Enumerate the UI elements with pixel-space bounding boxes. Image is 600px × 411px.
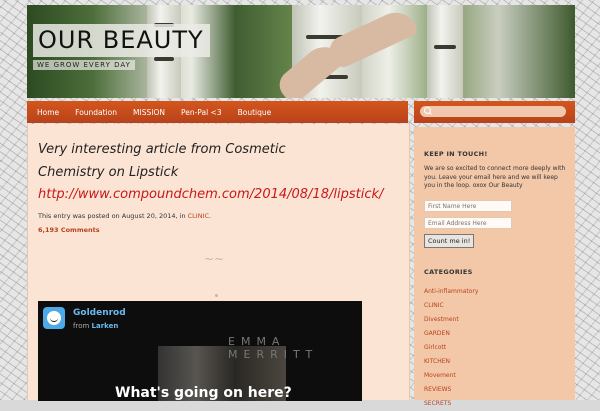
subscribe-button[interactable]: Count me in! xyxy=(424,234,475,248)
category-item[interactable]: GARDEN xyxy=(424,327,564,341)
keep-in-touch-text: We are so excited to connect more deeply… xyxy=(424,165,566,189)
video-author-line: from Larken xyxy=(73,322,118,330)
tree-trunk xyxy=(427,5,463,98)
category-item[interactable]: REVIEWS xyxy=(424,383,564,397)
search-bar xyxy=(414,101,575,123)
header-banner: OUR BEAUTY WE GROW EVERY DAY xyxy=(27,5,575,98)
post-meta-text: This entry was posted on August 20, 2014… xyxy=(38,212,186,220)
comments-link[interactable]: 6,193 Comments xyxy=(38,226,100,234)
categories-list: Anti-inflammatory CLINIC Divestment GARD… xyxy=(424,285,564,411)
main-nav: Home Foundation MISSION Pen-Pal <3 Bouti… xyxy=(27,101,408,123)
sidebar: KEEP IN TOUCH! We are so excited to conn… xyxy=(414,101,575,407)
video-from-label: from xyxy=(73,322,90,330)
post-category-link[interactable]: CLINIC xyxy=(188,212,209,220)
page-wrapper: OUR BEAUTY WE GROW EVERY DAY Home Founda… xyxy=(27,5,575,407)
category-item[interactable]: KITCHEN xyxy=(424,355,564,369)
divider-dot xyxy=(215,294,218,297)
search-input[interactable] xyxy=(420,106,566,117)
search-icon xyxy=(424,107,431,114)
keep-in-touch-title: KEEP IN TOUCH! xyxy=(424,150,488,158)
nav-item-home[interactable]: Home xyxy=(27,108,65,117)
video-author[interactable]: Larken xyxy=(92,322,119,330)
category-item[interactable]: Divestment xyxy=(424,313,564,327)
video-title[interactable]: Goldenrod xyxy=(73,308,126,318)
video-avatar[interactable] xyxy=(43,307,65,329)
nav-item-pen-pal[interactable]: Pen-Pal <3 xyxy=(171,108,228,117)
category-item[interactable]: SECRETS xyxy=(424,397,564,411)
smiley-icon xyxy=(47,311,61,325)
video-embed[interactable]: Goldenrod from Larken EMMA MERRITT What'… xyxy=(38,301,362,401)
nav-item-foundation[interactable]: Foundation xyxy=(65,108,123,117)
post-meta: This entry was posted on August 20, 2014… xyxy=(38,212,212,220)
site-title[interactable]: OUR BEAUTY xyxy=(33,24,210,57)
video-overlay-text: EMMA MERRITT xyxy=(228,335,319,361)
category-item[interactable]: Movement xyxy=(424,369,564,383)
category-item[interactable]: CLINIC xyxy=(424,299,564,313)
first-name-field[interactable] xyxy=(424,200,512,212)
nav-item-mission[interactable]: MISSION xyxy=(123,108,171,117)
post-title[interactable]: Very interesting article from Cosmetic C… xyxy=(38,138,338,184)
email-field[interactable] xyxy=(424,217,512,229)
video-caption: What's going on here? xyxy=(115,385,292,401)
sidebar-panel: KEEP IN TOUCH! We are so excited to conn… xyxy=(414,127,575,407)
category-item[interactable]: Anti-inflammatory xyxy=(424,285,564,299)
nav-item-boutique[interactable]: Boutique xyxy=(228,108,278,117)
category-item[interactable]: Girlcott xyxy=(424,341,564,355)
divider-ornament-icon: ~~ xyxy=(204,252,225,266)
site-tagline: WE GROW EVERY DAY xyxy=(33,60,135,70)
categories-title: CATEGORIES xyxy=(424,268,473,276)
main-content: Very interesting article from Cosmetic C… xyxy=(27,124,410,401)
post-link[interactable]: http://www.compoundchem.com/2014/08/18/l… xyxy=(38,187,383,202)
